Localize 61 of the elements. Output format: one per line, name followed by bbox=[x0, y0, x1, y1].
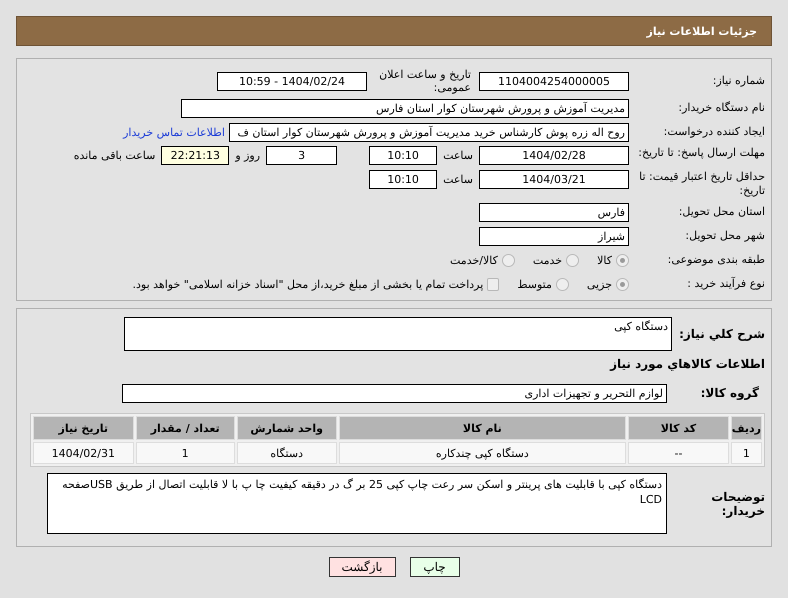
field-label: شرح کلي نیاز: bbox=[678, 327, 766, 341]
field-label: روز و bbox=[234, 148, 262, 162]
page-title: جزئیات اطلاعات نیاز bbox=[646, 24, 757, 38]
radio-label: جزیی bbox=[586, 278, 612, 290]
input-field: 3 bbox=[266, 146, 338, 165]
radio-button[interactable] bbox=[616, 254, 629, 266]
radio-button[interactable] bbox=[502, 254, 515, 266]
radio-label: کالا/خدمت bbox=[450, 254, 498, 266]
print-button[interactable]: چاپ bbox=[410, 557, 460, 577]
input-field: لوازم التحریر و تجهیزات اداری bbox=[122, 384, 667, 402]
input-field: 10:10 bbox=[369, 146, 438, 165]
field-label: نوع فرآیند خرید : bbox=[686, 277, 766, 291]
field-label: طبقه بندی موضوعی: bbox=[666, 253, 766, 267]
field-label: گروه کالا: bbox=[700, 386, 760, 400]
input-field: 1404/02/28 bbox=[479, 146, 629, 165]
table-cell: 1 bbox=[136, 442, 235, 464]
radio-button[interactable] bbox=[616, 278, 629, 290]
column-header: کد کالا bbox=[628, 416, 729, 440]
input-field: روح اله زره پوش کارشناس خرید مدیریت آموزش و پرورش شهرستان کوار استان ف bbox=[229, 122, 629, 142]
checkbox-label: پرداخت تمام یا بخشی از مبلغ خرید،از محل "اسناد خزانه اسلامی" خواهد بود. bbox=[132, 278, 484, 290]
field-label: توضیحات خریدار: bbox=[710, 490, 766, 518]
field-label: نام دستگاه خریدار: bbox=[677, 101, 766, 115]
radio-button[interactable] bbox=[566, 254, 580, 266]
field-label: ساعت bbox=[442, 148, 474, 162]
input-field: مدیریت آموزش و پرورش شهرستان کوار استان فارس bbox=[181, 98, 629, 118]
radio-button[interactable] bbox=[556, 278, 569, 290]
field-label: حداقل تاریخ اعتبار قیمت: تا تاریخ: bbox=[638, 170, 766, 198]
field-label: ساعت باقی مانده bbox=[72, 148, 156, 162]
field-label: استان محل تحویل: bbox=[678, 205, 766, 219]
input-field: 1104004254000005 bbox=[479, 72, 629, 90]
table-cell: 1404/02/31 bbox=[33, 442, 134, 464]
column-header: تاریخ نیاز bbox=[33, 416, 134, 440]
checkbox[interactable] bbox=[487, 278, 500, 290]
text-area: دستگاه کپی با قابلیت های پرینتر و اسکن سر رعت چاپ کپی 25 بر گ در دقیقه کیفیت چا پ با لا قابلیت اتصال از طریق USBصفحه LCD bbox=[47, 473, 667, 534]
table-cell: 1 bbox=[730, 442, 762, 464]
radio-label: کالا bbox=[597, 254, 612, 266]
buyer-contact-link[interactable]: اطلاعات تماس خریدار bbox=[123, 126, 225, 138]
field-label: تاریخ و ساعت اعلان عمومی: bbox=[378, 68, 471, 94]
radio-label: متوسط bbox=[517, 278, 552, 290]
field-label: مهلت ارسال پاسخ: تا تاریخ: bbox=[637, 146, 766, 160]
table-cell: -- bbox=[628, 442, 729, 464]
input-field: 10:10 bbox=[369, 170, 438, 189]
field-label: ساعت bbox=[442, 172, 474, 186]
column-header: واحد شمارش bbox=[236, 416, 337, 440]
input-field: 1404/03/21 bbox=[479, 170, 629, 189]
column-header: تعداد / مقدار bbox=[136, 416, 235, 440]
field-label: ایجاد کننده درخواست: bbox=[662, 125, 766, 139]
table-cell: دستگاه bbox=[236, 442, 337, 464]
text-area: دستگاه کپی bbox=[124, 317, 672, 351]
input-field: فارس bbox=[479, 202, 629, 222]
field-label: شماره نیاز: bbox=[712, 74, 766, 88]
radio-label: خدمت bbox=[532, 254, 562, 266]
countdown-field: 22:21:13 bbox=[161, 146, 230, 165]
input-field: شیراز bbox=[479, 226, 629, 246]
input-field: 1404/02/24 - 10:59 bbox=[217, 72, 367, 90]
back-button[interactable]: بازگشت bbox=[328, 557, 396, 577]
table-cell: دستگاه کپی چندکاره bbox=[338, 442, 626, 464]
column-header: نام کالا bbox=[338, 416, 626, 440]
column-header: ردیف bbox=[730, 416, 762, 440]
section-heading: اطلاعات کالاهاي مورد نیاز bbox=[608, 357, 766, 371]
field-label: شهر محل تحویل: bbox=[684, 229, 766, 243]
